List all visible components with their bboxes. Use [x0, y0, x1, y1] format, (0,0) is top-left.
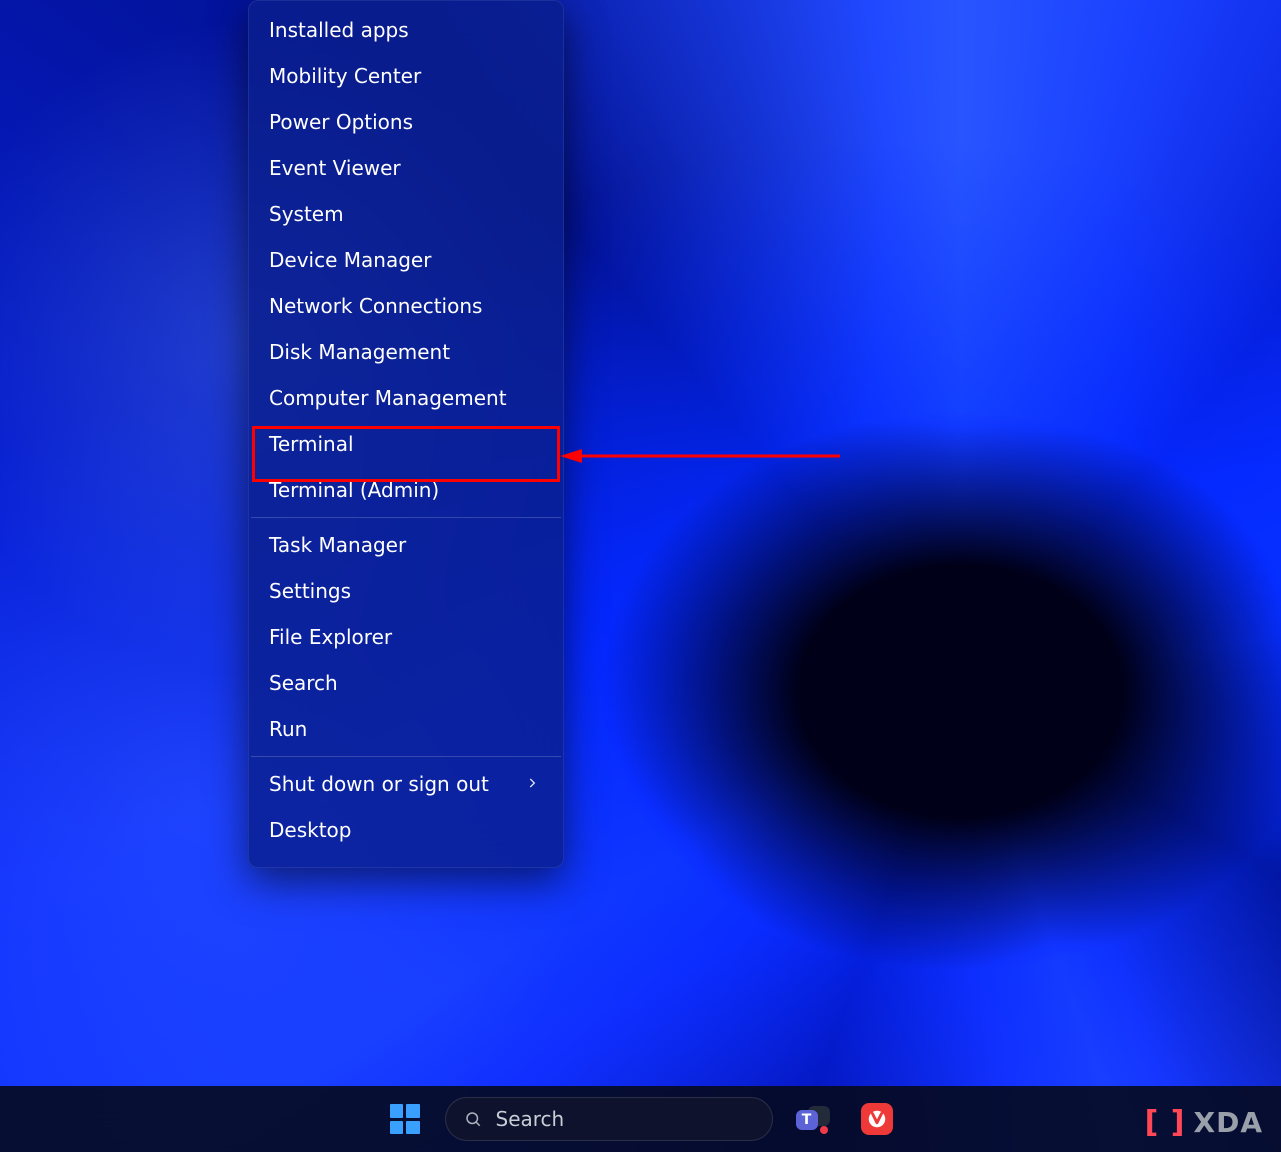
chevron-right-icon — [525, 774, 539, 795]
menu-item-run[interactable]: Run — [249, 706, 563, 752]
menu-item-label: Disk Management — [269, 340, 450, 364]
menu-item-settings[interactable]: Settings — [249, 568, 563, 614]
menu-item-desktop[interactable]: Desktop — [249, 807, 563, 853]
menu-item-mobility-center[interactable]: Mobility Center — [249, 53, 563, 99]
menu-separator — [251, 756, 561, 757]
menu-item-device-manager[interactable]: Device Manager — [249, 237, 563, 283]
menu-item-terminal[interactable]: Terminal — [249, 421, 563, 467]
menu-item-label: Event Viewer — [269, 156, 401, 180]
menu-item-disk-management[interactable]: Disk Management — [249, 329, 563, 375]
menu-item-system[interactable]: System — [249, 191, 563, 237]
menu-item-label: Desktop — [269, 818, 351, 842]
taskbar-search[interactable]: Search — [445, 1097, 773, 1141]
vivaldi-icon — [861, 1103, 893, 1135]
menu-separator — [251, 517, 561, 518]
menu-item-label: Terminal (Admin) — [269, 478, 439, 502]
menu-item-label: Power Options — [269, 110, 413, 134]
desktop-wallpaper — [0, 0, 1281, 1152]
teams-icon: T — [796, 1104, 830, 1134]
menu-item-installed-apps[interactable]: Installed apps — [249, 7, 563, 53]
search-placeholder: Search — [496, 1107, 565, 1131]
menu-item-label: Task Manager — [269, 533, 406, 557]
search-icon — [464, 1110, 482, 1128]
menu-item-label: Search — [269, 671, 338, 695]
menu-item-event-viewer[interactable]: Event Viewer — [249, 145, 563, 191]
power-user-menu: Installed apps Mobility Center Power Opt… — [248, 0, 564, 868]
menu-item-label: Terminal — [269, 432, 354, 456]
menu-item-label: Shut down or sign out — [269, 772, 489, 796]
menu-item-power-options[interactable]: Power Options — [249, 99, 563, 145]
menu-item-label: Run — [269, 717, 307, 741]
menu-item-label: System — [269, 202, 344, 226]
windows-logo-icon — [390, 1104, 420, 1134]
menu-item-label: File Explorer — [269, 625, 392, 649]
menu-item-network-connections[interactable]: Network Connections — [249, 283, 563, 329]
taskbar-teams-button[interactable]: T — [789, 1095, 837, 1143]
menu-item-label: Network Connections — [269, 294, 482, 318]
menu-item-label: Device Manager — [269, 248, 431, 272]
menu-item-computer-management[interactable]: Computer Management — [249, 375, 563, 421]
taskbar-vivaldi-button[interactable] — [853, 1095, 901, 1143]
menu-item-task-manager[interactable]: Task Manager — [249, 522, 563, 568]
menu-item-search[interactable]: Search — [249, 660, 563, 706]
start-button[interactable] — [381, 1095, 429, 1143]
menu-item-label: Computer Management — [269, 386, 507, 410]
menu-item-label: Mobility Center — [269, 64, 421, 88]
menu-item-label: Settings — [269, 579, 351, 603]
menu-item-file-explorer[interactable]: File Explorer — [249, 614, 563, 660]
taskbar: Search T — [0, 1086, 1281, 1152]
menu-item-terminal-admin[interactable]: Terminal (Admin) — [249, 467, 563, 513]
menu-item-shutdown-signout[interactable]: Shut down or sign out — [249, 761, 563, 807]
menu-item-label: Installed apps — [269, 18, 409, 42]
